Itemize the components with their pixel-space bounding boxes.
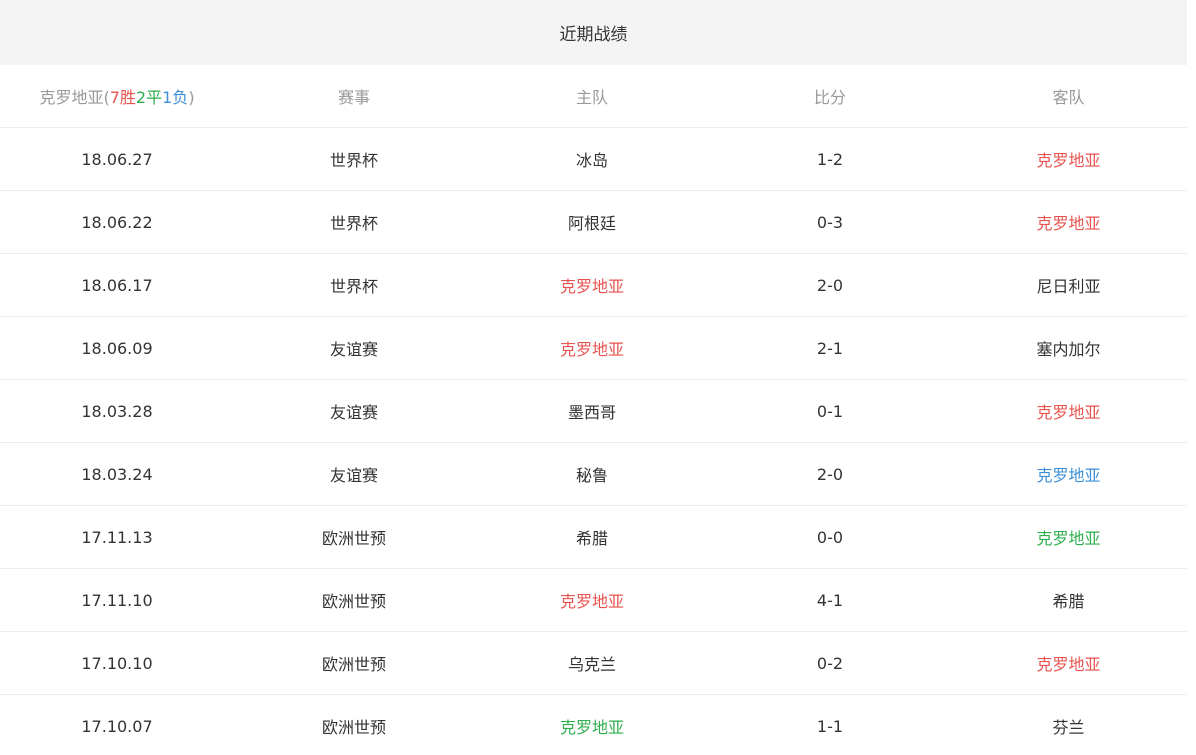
competition-column-header: 赛事	[337, 88, 370, 107]
table-row: 18.03.28 友谊赛 墨西哥 0-1 克罗地亚	[0, 380, 1187, 443]
away-team: 克罗地亚	[1036, 403, 1101, 422]
away-team: 克罗地亚	[1036, 466, 1101, 485]
match-date: 18.06.22	[81, 212, 153, 232]
match-score: 2-0	[816, 275, 844, 295]
match-competition: 友谊赛	[329, 403, 378, 422]
match-competition: 欧洲世预	[321, 718, 386, 737]
results-table-body: 18.06.27 世界杯 冰岛 1-2 克罗地亚 18.06.22 世界杯 阿根廷 0-3 克罗地…	[0, 128, 1187, 755]
home-team: 克罗地亚	[559, 340, 624, 359]
table-row: 17.10.10 欧洲世预 乌克兰 0-2 克罗地亚	[0, 632, 1187, 695]
home-team: 克罗地亚	[559, 592, 624, 611]
team-name-header: 克罗地亚	[39, 88, 104, 107]
match-date: 17.10.07	[81, 716, 153, 736]
away-column-header: 客队	[1052, 88, 1085, 107]
table-row: 18.03.24 友谊赛 秘鲁 2-0 克罗地亚	[0, 443, 1187, 506]
away-team: 克罗地亚	[1036, 214, 1101, 233]
table-row: 17.10.07 欧洲世预 克罗地亚 1-1 芬兰	[0, 695, 1187, 755]
match-competition: 友谊赛	[329, 340, 378, 359]
match-competition: 世界杯	[329, 151, 378, 170]
away-team: 希腊	[1052, 592, 1085, 611]
match-score: 2-0	[816, 464, 844, 484]
table-row: 18.06.27 世界杯 冰岛 1-2 克罗地亚	[0, 128, 1187, 191]
away-team: 芬兰	[1052, 718, 1085, 737]
home-column-header: 主队	[575, 88, 608, 107]
match-date: 18.06.27	[81, 149, 153, 169]
match-date: 17.11.13	[81, 527, 153, 547]
home-team: 阿根廷	[567, 214, 616, 233]
match-score: 0-1	[816, 401, 844, 421]
home-team: 秘鲁	[575, 466, 608, 485]
paren-close: )	[188, 88, 195, 107]
match-score: 1-1	[816, 716, 844, 736]
match-competition: 欧洲世预	[321, 529, 386, 548]
match-score: 2-1	[816, 338, 844, 358]
away-team: 克罗地亚	[1036, 151, 1101, 170]
table-header-row: 克罗地亚(7胜2平1负) 赛事 主队 比分 客队	[0, 65, 1187, 128]
away-team: 尼日利亚	[1036, 277, 1101, 296]
match-date: 17.10.10	[81, 653, 153, 673]
match-competition: 世界杯	[329, 214, 378, 233]
match-date: 18.03.24	[81, 464, 153, 484]
draws-count: 2	[135, 88, 147, 107]
match-date: 18.06.17	[81, 275, 153, 295]
home-team: 希腊	[575, 529, 608, 548]
wins-count: 7	[109, 88, 120, 107]
match-competition: 欧洲世预	[321, 655, 386, 674]
panel-title: 近期战绩	[0, 0, 1187, 65]
home-team: 乌克兰	[567, 655, 616, 674]
match-date: 18.06.09	[81, 338, 153, 358]
table-row: 18.06.09 友谊赛 克罗地亚 2-1 塞内加尔	[0, 317, 1187, 380]
table-row: 18.06.22 世界杯 阿根廷 0-3 克罗地亚	[0, 191, 1187, 254]
table-row: 18.06.17 世界杯 克罗地亚 2-0 尼日利亚	[0, 254, 1187, 317]
match-competition: 世界杯	[329, 277, 378, 296]
home-team: 冰岛	[575, 151, 608, 170]
score-column-header: 比分	[813, 88, 846, 107]
match-score: 0-3	[816, 212, 844, 232]
table-row: 17.11.13 欧洲世预 希腊 0-0 克罗地亚	[0, 506, 1187, 569]
match-competition: 欧洲世预	[321, 592, 386, 611]
wins-label: 胜	[119, 88, 136, 107]
draws-label: 平	[146, 88, 163, 107]
away-team: 塞内加尔	[1036, 340, 1101, 359]
match-date: 18.03.28	[81, 401, 153, 421]
home-team: 克罗地亚	[559, 718, 624, 737]
match-date: 17.11.10	[81, 590, 153, 610]
team-record-header: 克罗地亚(7胜2平1负)	[0, 84, 234, 108]
match-score: 1-2	[816, 149, 844, 169]
match-score: 4-1	[816, 590, 844, 610]
away-team: 克罗地亚	[1036, 529, 1101, 548]
away-team: 克罗地亚	[1036, 655, 1101, 674]
match-score: 0-0	[816, 527, 844, 547]
recent-results-panel: 近期战绩 克罗地亚(7胜2平1负) 赛事 主队 比分 客队 18.06.27 世界…	[0, 0, 1187, 755]
home-team: 克罗地亚	[559, 277, 624, 296]
losses-label: 负	[172, 88, 189, 107]
match-competition: 友谊赛	[329, 466, 378, 485]
losses-count: 1	[162, 88, 173, 107]
table-row: 17.11.10 欧洲世预 克罗地亚 4-1 希腊	[0, 569, 1187, 632]
home-team: 墨西哥	[567, 403, 616, 422]
match-score: 0-2	[816, 653, 844, 673]
